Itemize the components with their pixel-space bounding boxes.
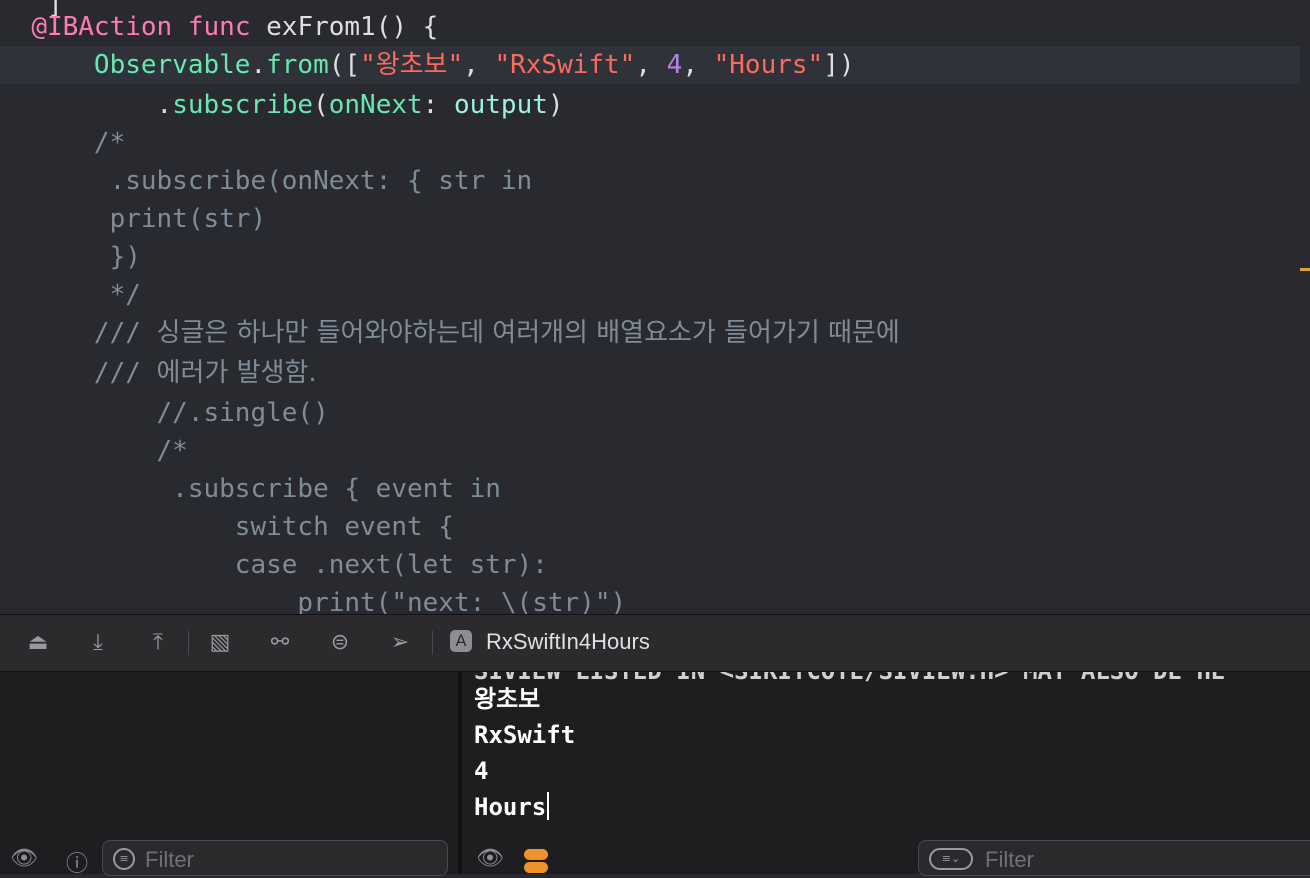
eye-icon[interactable]: 👁	[476, 846, 504, 871]
change-marker	[1300, 268, 1310, 271]
memory-graph-icon[interactable]: ⚯	[266, 629, 294, 657]
code-line[interactable]: .subscribe(onNext: { str in	[0, 162, 1300, 200]
code-token: "Hours"	[713, 50, 824, 80]
code-token: onNext	[328, 90, 423, 120]
code-token: ,	[682, 50, 714, 80]
code-token: print(str)	[0, 204, 267, 234]
text-cursor	[547, 792, 550, 820]
code-token: )	[547, 90, 564, 120]
console-line: 왕초보	[474, 685, 541, 713]
code-token: .subscribe { event in	[0, 474, 501, 504]
code-token: .	[0, 90, 173, 120]
step-into-icon[interactable]: ⤓	[84, 629, 112, 657]
code-token: /*	[0, 436, 188, 466]
code-token: "RxSwift"	[494, 50, 636, 80]
code-token: */	[0, 280, 141, 310]
console-line-last: Hours	[474, 792, 550, 822]
environment-overrides-icon[interactable]: ⊜	[326, 629, 354, 657]
code-token: .subscribe(onNext: { str in	[0, 166, 533, 196]
code-token: ])	[823, 50, 855, 80]
console-line: Hours	[474, 793, 547, 821]
code-line[interactable]: print(str)	[0, 200, 1300, 238]
step-out-icon[interactable]: ⤒	[144, 629, 172, 657]
console-filter-field[interactable]: ≡⌄ Filter	[918, 840, 1310, 876]
code-line[interactable]: @IBAction func exFrom1() {	[0, 8, 1300, 46]
code-token: 4	[666, 50, 683, 80]
info-icon[interactable]: ⓘ	[66, 846, 88, 878]
code-token: ///	[0, 358, 157, 388]
code-token: switch event {	[0, 512, 454, 542]
eye-icon[interactable]: 👁	[10, 846, 38, 871]
code-editor[interactable]: ] @IBAction func exFrom1() { Observable.…	[0, 0, 1310, 614]
code-token: @IBAction	[31, 12, 173, 42]
toolbar-separator	[432, 631, 433, 655]
code-token: print("next: \(str)")	[0, 588, 627, 614]
code-token: ,	[635, 50, 667, 80]
code-token: from	[266, 50, 329, 80]
console-line-partial: SIVIEW LISTED IN <SIKITCOTE/SIVIEW.H> MA…	[474, 672, 1225, 686]
code-line[interactable]: switch event {	[0, 508, 1300, 546]
toggle-icon[interactable]	[524, 849, 548, 874]
scheme-name: RxSwiftIn4Hours	[486, 629, 650, 654]
code-token: /*	[0, 128, 126, 158]
simulate-location-icon[interactable]: ➢	[386, 629, 414, 657]
filter-placeholder: Filter	[985, 847, 1034, 872]
code-token: ,	[463, 50, 495, 80]
code-line[interactable]: */	[0, 276, 1300, 314]
hide-debug-area-icon[interactable]: ⏏	[24, 629, 52, 657]
code-token: 에러가 발생함.	[156, 358, 317, 388]
view-hierarchy-icon[interactable]: ▧	[206, 629, 234, 657]
code-token: "왕초보"	[360, 50, 464, 80]
code-token: output	[453, 90, 548, 120]
code-token: })	[0, 242, 141, 272]
code-token: func	[187, 12, 251, 42]
code-line[interactable]: /// 에러가 발생함.	[0, 354, 1300, 392]
code-token: :	[422, 90, 454, 120]
console-line: RxSwift	[474, 721, 576, 749]
code-line[interactable]: .subscribe { event in	[0, 470, 1300, 508]
console-line: 4	[474, 757, 489, 785]
code-token: Observable	[93, 50, 251, 80]
filter-options-icon[interactable]: ≡⌄	[929, 848, 973, 870]
code-token: case .next(let str):	[0, 550, 548, 580]
code-line[interactable]: print("next: \(str)")	[0, 584, 1300, 614]
code-token: .	[250, 50, 267, 80]
code-token: //.single()	[0, 398, 329, 428]
code-line[interactable]: //.single()	[0, 394, 1300, 432]
code-line[interactable]: Observable.from(["왕초보", "RxSwift", 4, "H…	[0, 46, 1300, 84]
code-token: exFrom1() {	[250, 12, 439, 42]
code-line[interactable]: })	[0, 238, 1300, 276]
variables-filter-field[interactable]: ≡ Filter	[102, 840, 448, 876]
code-token: ([	[328, 50, 361, 80]
code-line[interactable]: /*	[0, 124, 1300, 162]
code-line[interactable]: /*	[0, 432, 1300, 470]
code-token: (	[313, 90, 329, 120]
app-scheme-icon: A	[450, 630, 472, 652]
code-token: ///	[0, 318, 157, 348]
filter-icon: ≡	[113, 848, 135, 870]
code-line[interactable]: .subscribe(onNext: output)	[0, 86, 1300, 124]
filter-placeholder: Filter	[145, 847, 194, 872]
debug-toolbar: ⏏ ⤓ ⤒ ▧ ⚯ ⊜ ➢	[0, 614, 1310, 672]
code-token: 싱글은 하나만 들어와야하는데 여러개의 배열요소가 들어가기 때문에	[156, 318, 900, 348]
code-line[interactable]: case .next(let str):	[0, 546, 1300, 584]
toolbar-separator	[188, 631, 189, 655]
code-line[interactable]: /// 싱글은 하나만 들어와야하는데 여러개의 배열요소가 들어가기 때문에	[0, 314, 1300, 352]
code-token: subscribe	[172, 90, 314, 120]
